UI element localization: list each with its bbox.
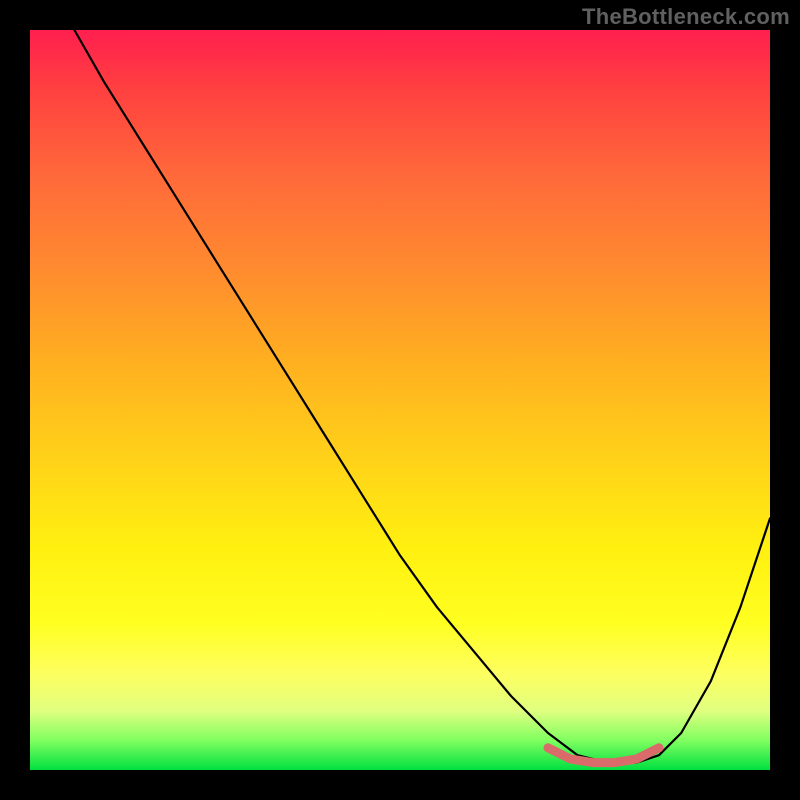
chart-container: TheBottleneck.com [0,0,800,800]
watermark-text: TheBottleneck.com [582,4,790,30]
optimal-range-curve [548,748,659,763]
bottleneck-curve [74,30,770,763]
plot-area [30,30,770,770]
curve-svg [30,30,770,770]
